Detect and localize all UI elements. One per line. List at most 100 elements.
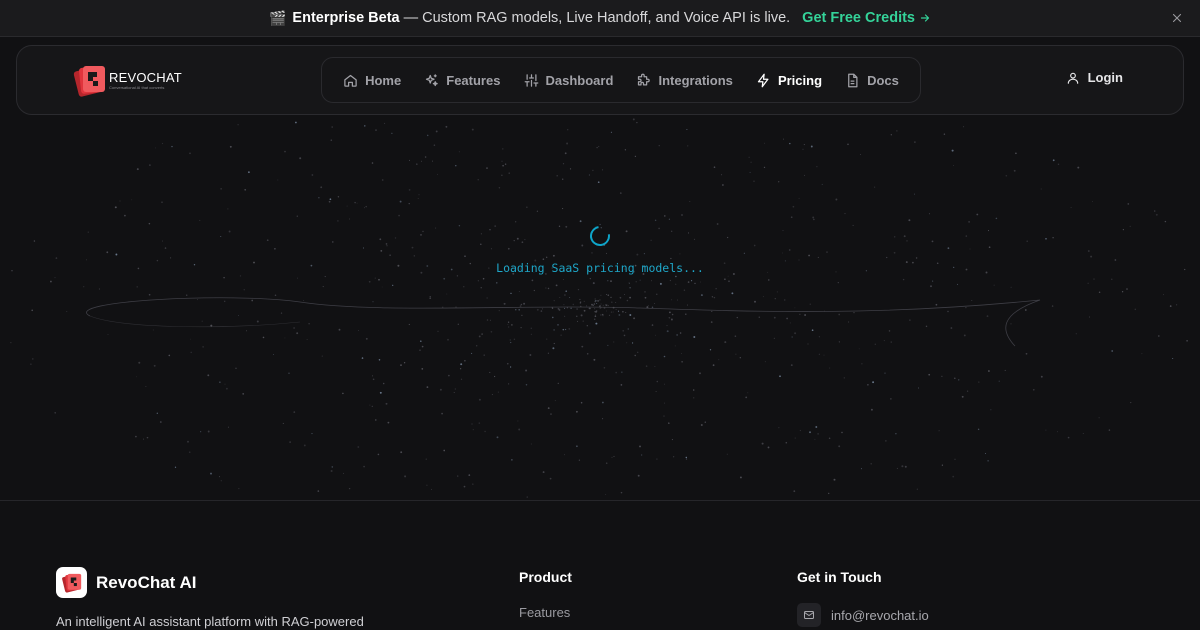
star-dot [1186, 339, 1188, 342]
login-button[interactable]: Login [1066, 70, 1123, 85]
star-dot [159, 421, 162, 423]
star-dot [1077, 166, 1080, 169]
star-dot [721, 174, 723, 176]
star-dot [168, 354, 171, 357]
star-dot [606, 293, 608, 296]
star-dot [941, 464, 944, 466]
star-dot [610, 280, 612, 282]
star-dot [597, 181, 600, 184]
star-dot [632, 118, 635, 121]
starfield-background [10, 118, 1188, 501]
nav-item-features[interactable]: Features [418, 67, 506, 94]
star-dot [510, 341, 512, 344]
star-dot [207, 430, 210, 433]
star-dot [804, 314, 807, 316]
star-dot [371, 162, 374, 164]
star-dot [1082, 432, 1084, 435]
star-dot [569, 168, 572, 170]
star-dot [435, 130, 438, 133]
star-dot [731, 292, 734, 295]
announcement-bar: 🎬 Enterprise Beta — Custom RAG models, L… [0, 0, 1200, 37]
star-dot [1005, 174, 1008, 177]
star-dot [136, 286, 138, 288]
star-dot [149, 164, 151, 166]
footer-link-features[interactable]: Features [519, 605, 570, 620]
star-dot [453, 392, 455, 394]
star-dot [711, 310, 713, 312]
star-dot [489, 371, 491, 373]
star-dot [870, 408, 873, 411]
star-dot [421, 160, 423, 162]
star-dot [843, 377, 845, 379]
star-dot [813, 218, 815, 221]
star-dot [1126, 288, 1128, 290]
star-dot [115, 253, 118, 256]
star-dot [318, 197, 320, 199]
star-dot [593, 318, 596, 321]
star-dot [600, 314, 602, 316]
star-dot [626, 299, 629, 302]
star-dot [446, 293, 448, 295]
star-dot [716, 223, 719, 225]
star-dot [429, 296, 431, 298]
star-dot [761, 442, 764, 445]
star-dot [119, 200, 121, 202]
star-dot [1010, 323, 1012, 325]
star-dot [508, 172, 510, 174]
star-dot [322, 286, 324, 288]
star-dot [890, 341, 892, 343]
star-dot [387, 421, 390, 424]
star-dot [148, 293, 151, 296]
star-dot [1164, 220, 1167, 223]
star-dot [189, 152, 191, 155]
star-dot [136, 376, 138, 378]
star-dot [710, 321, 713, 323]
star-dot [594, 298, 596, 300]
star-dot [658, 227, 660, 230]
star-dot [664, 215, 666, 217]
star-dot [547, 352, 550, 354]
star-dot [810, 145, 813, 148]
star-dot [227, 208, 229, 210]
star-dot [515, 309, 517, 311]
footer-brand[interactable]: RevoChat AI [56, 567, 196, 598]
star-dot [844, 213, 846, 215]
close-icon[interactable] [1168, 9, 1186, 27]
get-free-credits-link[interactable]: Get Free Credits [802, 10, 931, 26]
star-dot [1004, 369, 1006, 371]
star-dot [421, 345, 424, 348]
star-dot [546, 256, 548, 258]
star-dot [608, 314, 611, 316]
nav-item-integrations[interactable]: Integrations [630, 67, 738, 94]
star-dot [559, 297, 561, 299]
star-dot [745, 396, 748, 399]
star-dot [224, 383, 226, 385]
star-dot [625, 311, 627, 314]
star-dot [791, 336, 793, 338]
star-dot [148, 222, 151, 225]
star-dot [442, 306, 444, 308]
nav-label-dashboard: Dashboard [545, 72, 614, 88]
star-dot [651, 324, 654, 326]
logo[interactable]: REVOCHAT Conversational AI that converts [73, 62, 182, 100]
star-dot [595, 322, 598, 325]
star-dot [358, 330, 360, 331]
star-dot [338, 328, 341, 331]
footer-contact-email[interactable]: info@revochat.io [797, 603, 929, 627]
star-dot [375, 419, 377, 421]
star-dot [693, 336, 696, 338]
nav-item-pricing[interactable]: Pricing [750, 67, 828, 94]
star-dot [454, 388, 456, 390]
nav-item-dashboard[interactable]: Dashboard [518, 67, 620, 94]
star-dot [595, 310, 598, 312]
star-dot [364, 207, 365, 209]
nav-item-docs[interactable]: Docs [839, 67, 905, 94]
star-dot [55, 257, 58, 259]
star-dot [519, 305, 522, 307]
star-dot [426, 386, 429, 388]
nav-item-home[interactable]: Home [337, 67, 407, 94]
star-dot [187, 440, 189, 443]
star-dot [375, 129, 377, 131]
star-dot [623, 294, 625, 295]
star-dot [828, 437, 831, 439]
